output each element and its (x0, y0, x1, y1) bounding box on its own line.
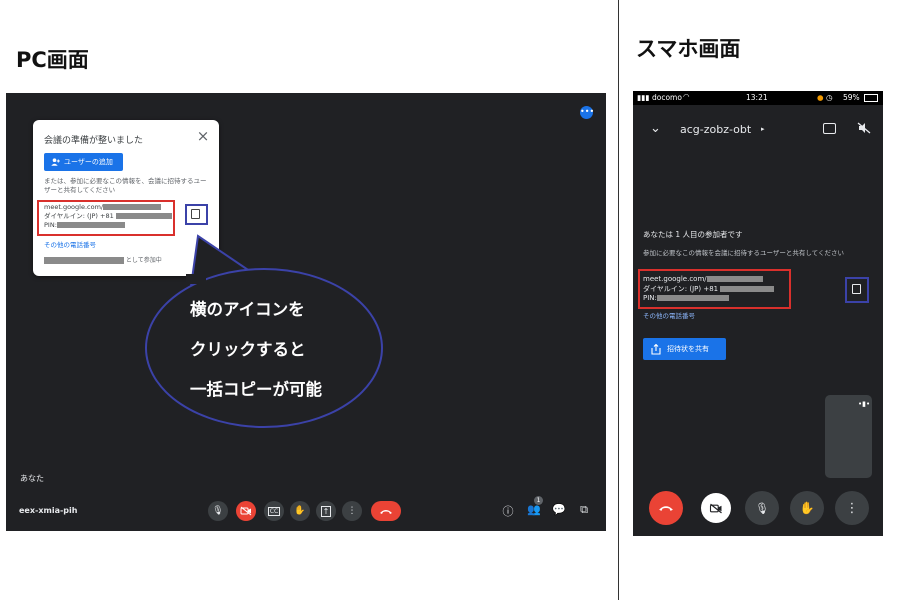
callout-tail-cover (186, 274, 206, 284)
add-user-button[interactable]: ユーザーの追加 (44, 153, 123, 171)
phone-heading: スマホ画面 (636, 37, 741, 61)
phone-share-instructions: 参加に必要なこの情報を会議に招待するユーザーと共有してください (643, 249, 844, 257)
hang-up-icon (380, 509, 392, 514)
participant-count-badge: 1 (534, 496, 543, 505)
more-button[interactable]: ⋮ (342, 501, 362, 521)
phone-hand-icon: ✋ (799, 501, 815, 515)
captions-button[interactable]: CC (264, 501, 284, 521)
card-title: 会議の準備が整いました (44, 136, 144, 146)
pc-heading: PC画面 (16, 48, 89, 72)
status-time: 13:21 (746, 93, 768, 102)
panel-divider (618, 0, 619, 600)
caret-right-icon[interactable]: ▸ (761, 125, 765, 133)
add-person-icon (51, 158, 60, 166)
phone-mic-button[interactable]: 🎙 (745, 491, 779, 525)
callout-line-2: クリックすると (190, 340, 306, 359)
activities-icon[interactable]: ⧉ (577, 503, 591, 517)
phone-copy-icon[interactable] (852, 284, 861, 294)
phone-hang-up-icon (659, 506, 673, 511)
hand-icon: ✋ (294, 506, 306, 516)
wifi-icon: ◠ (683, 92, 690, 101)
switch-camera-icon[interactable] (823, 123, 836, 134)
present-button[interactable]: ↑ (316, 501, 336, 521)
callout-line-1: 横のアイコンを (190, 300, 305, 319)
info-icon[interactable]: ⓘ (501, 503, 515, 519)
audio-level-icon: •▮• (858, 400, 871, 408)
present-icon: ↑ (320, 505, 332, 517)
orange-dot-icon: ● (817, 93, 824, 102)
phone-other-numbers-link[interactable]: その他の電話番号 (643, 310, 695, 320)
mic-button[interactable]: 🎙 (208, 501, 228, 521)
end-call-button[interactable] (371, 501, 401, 521)
phone-end-call-button[interactable] (649, 491, 683, 525)
participant-message: あなたは 1 人目の参加者です (643, 230, 743, 239)
chat-icon[interactable]: 💬 (552, 503, 566, 516)
phone-info-highlight (638, 269, 791, 309)
copy-icon[interactable] (191, 209, 200, 219)
speaker-off-icon[interactable] (857, 122, 871, 134)
meeting-code: eex-xmia-pih (19, 506, 78, 515)
captions-icon: CC (267, 506, 281, 516)
phone-meeting-code[interactable]: acg-zobz-obt (680, 123, 751, 136)
close-icon[interactable]: × (195, 127, 211, 145)
phone-camera-off-button[interactable] (701, 493, 731, 523)
more-options-icon[interactable]: ••• (580, 106, 594, 119)
joined-as-status: として参加中 (44, 255, 162, 264)
self-view-tile[interactable]: •▮• (825, 395, 872, 478)
phone-more-vert-icon: ⋮ (845, 500, 859, 516)
phone-raise-hand-button[interactable]: ✋ (790, 491, 824, 525)
share-icon (651, 343, 661, 355)
camera-off-icon (240, 506, 252, 516)
phone-more-button[interactable]: ⋮ (835, 491, 869, 525)
alarm-icon: ◷ (826, 93, 833, 102)
share-invite-button[interactable]: 招待状を共有 (643, 338, 726, 360)
share-invite-label: 招待状を共有 (667, 345, 709, 353)
add-user-label: ユーザーの追加 (64, 158, 113, 166)
phone-meet-screen: ▮▮▮ docomo ◠ 13:21 ● ◷ 59% ⌄ acg-zobz-ob… (633, 91, 883, 536)
carrier-name: docomo (652, 93, 682, 102)
more-vert-icon: ⋮ (347, 506, 357, 516)
camera-off-button[interactable] (236, 501, 256, 521)
battery-percent: 59% (843, 93, 860, 102)
signal-icon: ▮▮▮ (637, 93, 650, 102)
other-numbers-link[interactable]: その他の電話番号 (44, 239, 96, 249)
phone-mic-icon: 🎙 (755, 501, 769, 515)
self-name-label: あなた (20, 474, 44, 483)
chevron-down-icon[interactable]: ⌄ (650, 121, 661, 136)
raise-hand-button[interactable]: ✋ (290, 501, 310, 521)
battery-icon (864, 94, 878, 102)
phone-camera-off-icon (709, 503, 722, 513)
callout-line-3: 一括コピーが可能 (190, 380, 322, 399)
share-instructions: または、参加に必要なこの情報を、会議に招待するユーザーと共有してください (44, 177, 207, 194)
status-bar: ▮▮▮ docomo ◠ 13:21 ● ◷ 59% (633, 91, 883, 105)
